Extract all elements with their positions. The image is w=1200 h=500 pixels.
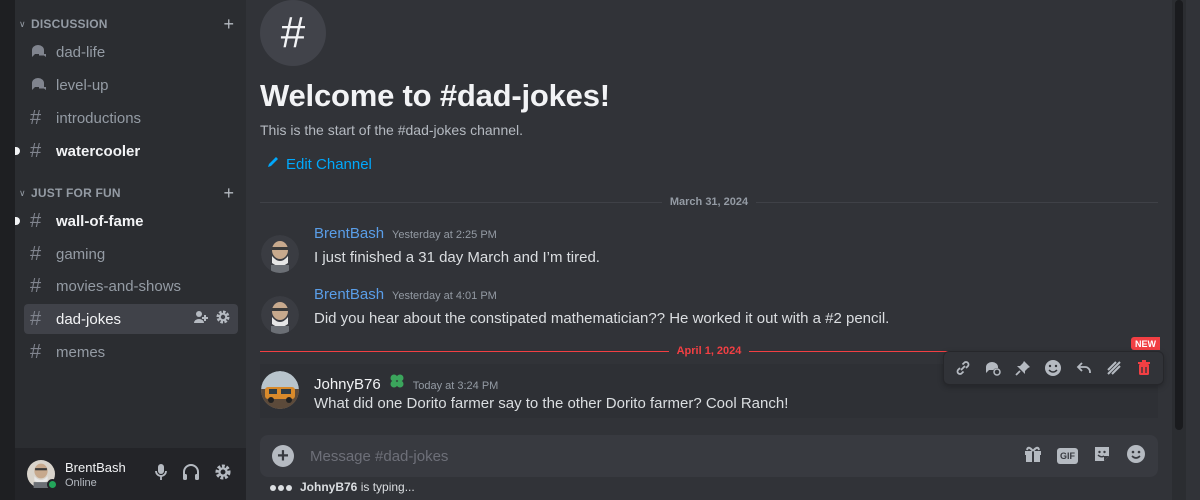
- date-label: April 1, 2024: [676, 345, 742, 357]
- sidebar-item-memes[interactable]: # memes: [24, 337, 238, 367]
- server-rail-edge: [0, 0, 15, 500]
- message-timestamp: Yesterday at 4:01 PM: [392, 290, 497, 302]
- hash-icon: #: [30, 307, 42, 330]
- message-actions-toolbar: [943, 351, 1164, 385]
- sidebar-item-gaming[interactable]: # gaming: [24, 239, 238, 269]
- user-panel: BrentBash Online: [15, 448, 246, 500]
- channel-sidebar: ∨ DISCUSSION + dad-life level-up # intro…: [15, 0, 246, 500]
- edit-channel-label: Edit Channel: [286, 155, 372, 173]
- trash-icon[interactable]: [1131, 355, 1157, 381]
- message-author[interactable]: JohnyB76: [314, 376, 381, 393]
- chevron-down-icon: ∨: [19, 18, 26, 29]
- chat-area: # Welcome to #dad-jokes! This is the sta…: [246, 0, 1186, 500]
- scrollbar[interactable]: [1172, 0, 1186, 500]
- category-label: JUST FOR FUN: [31, 186, 121, 200]
- welcome-title: Welcome to #dad-jokes!: [260, 78, 610, 113]
- message-content: I just finished a 31 day March and I’m t…: [314, 249, 600, 266]
- avatar[interactable]: [27, 460, 58, 490]
- sidebar-item-level-up[interactable]: level-up: [24, 70, 238, 100]
- avatar[interactable]: [261, 235, 299, 273]
- create-channel-plus-icon[interactable]: +: [223, 184, 234, 202]
- thread-icon[interactable]: [980, 355, 1006, 381]
- channel-hash-icon: #: [260, 0, 326, 66]
- gear-icon[interactable]: [215, 309, 231, 330]
- more-options-icon[interactable]: [1101, 355, 1127, 381]
- gear-icon[interactable]: [214, 463, 232, 486]
- clover-badge-icon: [389, 373, 405, 394]
- typing-dots-icon: [270, 480, 294, 494]
- sidebar-item-wall-of-fame[interactable]: # wall-of-fame: [15, 206, 238, 236]
- hash-icon: #: [30, 340, 42, 363]
- sidebar-item-movies-and-shows[interactable]: # movies-and-shows: [24, 271, 238, 301]
- message[interactable]: BrentBash Yesterday at 4:01 PM Did you h…: [260, 286, 1158, 340]
- gif-button[interactable]: GIF: [1057, 448, 1078, 464]
- unread-indicator: [15, 147, 20, 155]
- emoji-reaction-icon[interactable]: [1040, 355, 1066, 381]
- sidebar-item-dad-jokes[interactable]: # dad-jokes: [24, 304, 238, 334]
- scroll-thumb[interactable]: [1175, 0, 1183, 430]
- emoji-icon[interactable]: [1126, 444, 1146, 469]
- sticker-icon[interactable]: [1092, 444, 1112, 469]
- avatar[interactable]: [261, 371, 299, 409]
- new-badge: NEW: [1131, 337, 1160, 350]
- forum-icon: [30, 77, 56, 93]
- channel-name: watercooler: [56, 142, 141, 160]
- message-content: Did you hear about the constipated mathe…: [314, 310, 890, 327]
- unread-indicator: [15, 217, 20, 225]
- sidebar-item-dad-life[interactable]: dad-life: [24, 37, 238, 67]
- microphone-icon[interactable]: [154, 463, 168, 486]
- channel-name: dad-jokes: [56, 310, 122, 328]
- hash-icon: #: [30, 139, 42, 162]
- pin-icon[interactable]: [1010, 355, 1036, 381]
- category-just-for-fun[interactable]: ∨ JUST FOR FUN +: [19, 183, 234, 203]
- sidebar-item-watercooler[interactable]: # watercooler: [15, 136, 238, 166]
- welcome-subtitle: This is the start of the #dad-jokes chan…: [260, 122, 524, 138]
- online-status-dot: [47, 479, 58, 490]
- channel-name: memes: [56, 343, 106, 361]
- headphones-icon[interactable]: [182, 463, 200, 486]
- message-content: What did one Dorito farmer say to the ot…: [314, 395, 789, 412]
- message-timestamp: Today at 3:24 PM: [412, 380, 499, 392]
- user-status: Online: [65, 476, 97, 489]
- invite-icon[interactable]: [193, 309, 209, 330]
- hash-icon: #: [30, 274, 42, 297]
- forum-icon: [30, 44, 56, 60]
- chevron-down-icon: ∨: [19, 187, 26, 198]
- date-label: March 31, 2024: [669, 196, 749, 208]
- hash-icon: #: [30, 242, 42, 265]
- channel-name: gaming: [56, 245, 106, 263]
- link-icon[interactable]: [950, 355, 976, 381]
- date-divider: March 31, 2024: [260, 195, 1158, 209]
- username: BrentBash: [65, 459, 126, 475]
- hash-icon: #: [30, 106, 42, 129]
- create-channel-plus-icon[interactable]: +: [223, 15, 234, 33]
- message[interactable]: BrentBash Yesterday at 2:25 PM I just fi…: [260, 225, 1158, 279]
- edit-channel-link[interactable]: Edit Channel: [266, 155, 372, 173]
- message-author[interactable]: BrentBash: [314, 225, 384, 242]
- category-label: DISCUSSION: [31, 17, 108, 31]
- message-timestamp: Yesterday at 2:25 PM: [392, 229, 497, 241]
- message-composer: + GIF: [260, 435, 1158, 477]
- typing-user: JohnyB76: [300, 480, 358, 494]
- typing-indicator: JohnyB76 is typing...: [270, 480, 415, 494]
- channel-name: wall-of-fame: [56, 212, 144, 230]
- channel-name: level-up: [56, 76, 109, 94]
- hash-icon: #: [30, 209, 42, 232]
- reply-icon[interactable]: [1071, 355, 1097, 381]
- add-attachment-button[interactable]: +: [272, 445, 294, 467]
- typing-text: is typing...: [360, 480, 415, 494]
- avatar[interactable]: [261, 296, 299, 334]
- category-discussion[interactable]: ∨ DISCUSSION +: [19, 14, 234, 34]
- pencil-icon: [266, 155, 280, 173]
- channel-name: introductions: [56, 109, 142, 127]
- channel-name: dad-life: [56, 43, 106, 61]
- message-input[interactable]: [310, 447, 1023, 465]
- sidebar-item-introductions[interactable]: # introductions: [24, 103, 238, 133]
- gift-icon[interactable]: [1023, 444, 1043, 469]
- message-author[interactable]: BrentBash: [314, 286, 384, 303]
- channel-name: movies-and-shows: [56, 277, 182, 295]
